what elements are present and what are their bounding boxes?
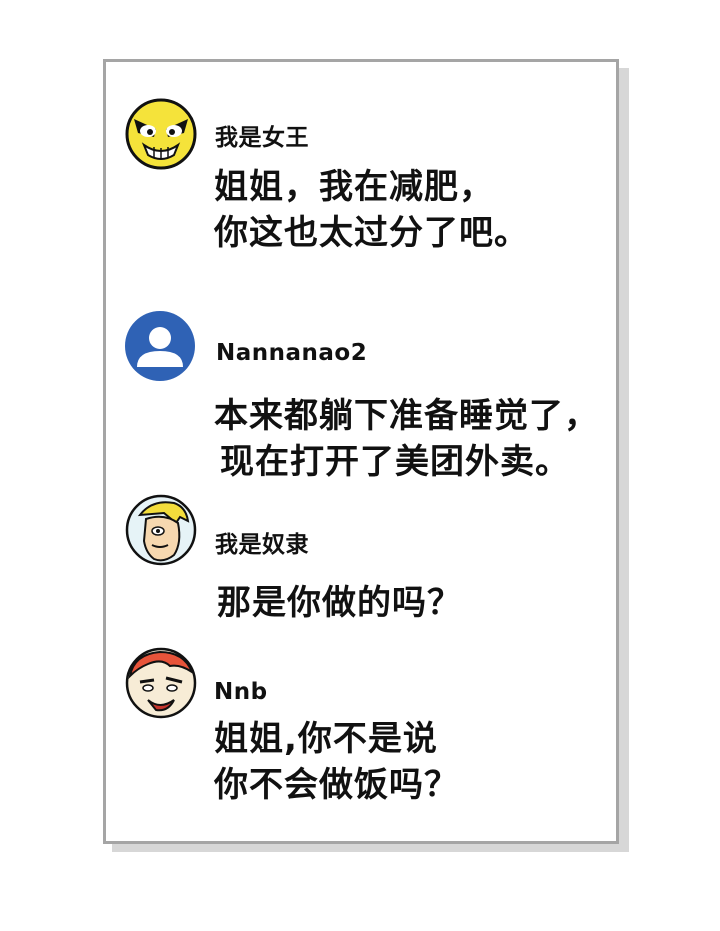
comment-line: 姐姐,你不是说 [214,719,438,759]
comment-username[interactable]: 我是奴隶 [215,525,309,559]
comment-line: 姐姐，我在减肥， [214,167,494,207]
red-hair-woman-face-icon[interactable] [124,646,198,720]
comment-username[interactable]: Nannanao2 [216,340,367,366]
angry-yellow-face-icon[interactable] [124,97,198,171]
blonde-man-face-icon[interactable] [124,493,198,567]
comment-line: 你不会做饭吗？ [214,765,459,805]
comment-text: 姐姐,你不是说 你不会做饭吗？ [214,716,459,808]
comment-text: 那是你做的吗？ [217,580,462,626]
comment-text: 姐姐，我在减肥， 你这也太过分了吧。 [214,164,529,256]
comment-line: 现在打开了美团外卖。 [220,442,570,482]
comment-line: 你这也太过分了吧。 [214,213,529,253]
comment-username[interactable]: 我是女王 [215,118,309,152]
default-user-icon[interactable] [123,309,197,383]
comment-line: 本来都躺下准备睡觉了， [214,396,599,436]
comment-username[interactable]: Nnb [214,679,268,705]
comment-text: 本来都躺下准备睡觉了， 现在打开了美团外卖。 [214,393,599,485]
comment-line: 那是你做的吗？ [217,583,462,623]
